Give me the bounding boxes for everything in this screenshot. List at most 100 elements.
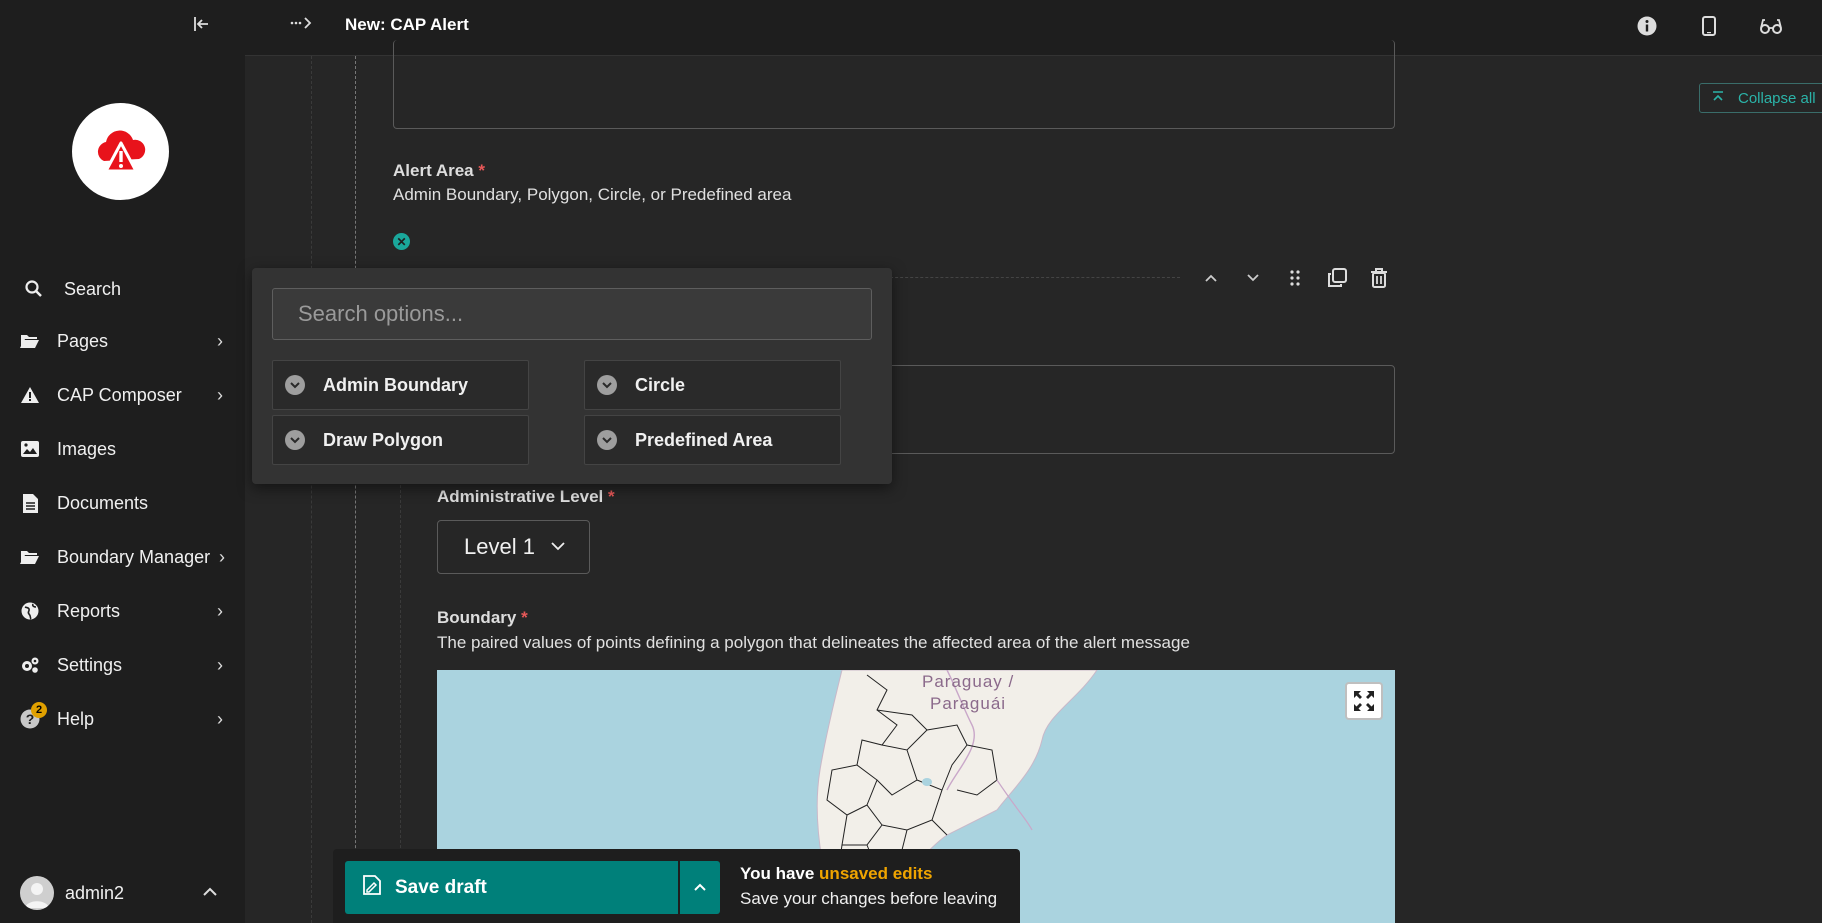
- globe-icon: [19, 600, 41, 622]
- option-label: Predefined Area: [635, 429, 773, 450]
- admin-level-select[interactable]: Level 1: [437, 520, 590, 574]
- sidebar-item-label: Help: [57, 708, 95, 729]
- breadcrumb-toggle-icon[interactable]: [289, 16, 313, 35]
- search-options-input[interactable]: [272, 288, 872, 340]
- option-predefined-area[interactable]: Predefined Area: [584, 415, 841, 465]
- option-label: Admin Boundary: [323, 374, 469, 395]
- admin-level-value: Level 1: [464, 534, 535, 559]
- boundary-label: Boundary *: [437, 608, 528, 628]
- collapse-sidebar-icon[interactable]: [192, 14, 214, 36]
- sidebar-item-reports[interactable]: Reports ›: [0, 584, 245, 638]
- block-divider: [880, 277, 1180, 278]
- sidebar-item-label: Images: [57, 438, 117, 459]
- sidebar-item-pages[interactable]: Pages ›: [0, 314, 245, 368]
- chevron-down-circle-icon: [285, 375, 305, 395]
- chevron-down-icon: [551, 538, 565, 556]
- sidebar-item-settings[interactable]: Settings ›: [0, 638, 245, 692]
- unsaved-message: You have unsaved edits: [740, 864, 932, 884]
- unsaved-highlight: unsaved edits: [819, 864, 933, 883]
- chevron-right-icon: ›: [217, 654, 223, 675]
- duplicate-icon[interactable]: [1325, 266, 1349, 290]
- option-label: Circle: [635, 374, 686, 395]
- admin-level-label: Administrative Level *: [437, 487, 615, 507]
- sidebar-item-label: CAP Composer: [57, 384, 182, 405]
- option-label: Draw Polygon: [323, 429, 444, 450]
- unsaved-prefix: You have: [740, 864, 820, 883]
- sidebar-item-label: Boundary Manager: [57, 546, 211, 567]
- sidebar-item-label: Search: [64, 278, 122, 299]
- user-menu[interactable]: admin2: [0, 863, 245, 923]
- option-draw-polygon[interactable]: Draw Polygon: [272, 415, 529, 465]
- alert-area-label-text: Alert Area: [393, 161, 474, 180]
- document-icon: [19, 492, 41, 514]
- drag-handle-icon[interactable]: [1283, 266, 1307, 290]
- cloud-alert-icon: [97, 130, 145, 172]
- chevron-down-circle-icon: [597, 375, 617, 395]
- option-circle[interactable]: Circle: [584, 360, 841, 410]
- chevron-right-icon: ›: [217, 600, 223, 621]
- more-actions-button[interactable]: [680, 861, 720, 914]
- cogs-icon: [19, 654, 41, 676]
- area-description-input[interactable]: [880, 365, 1395, 454]
- nesting-guide: [311, 56, 312, 923]
- chevron-up-icon: [694, 883, 706, 891]
- sidebar-item-images[interactable]: Images: [0, 422, 245, 476]
- alert-area-label: Alert Area *: [393, 161, 485, 181]
- save-draft-label: Save draft: [395, 876, 487, 898]
- search-icon: [23, 278, 45, 300]
- chevron-right-icon: ›: [217, 384, 223, 405]
- required-mark: *: [521, 608, 528, 627]
- sidebar-item-help[interactable]: ? 2 Help ›: [0, 692, 245, 746]
- sidebar-item-search[interactable]: Search: [0, 264, 245, 314]
- chevron-down-circle-icon: [597, 430, 617, 450]
- warning-icon: [19, 384, 41, 406]
- unsaved-subtext: Save your changes before leaving: [740, 889, 998, 908]
- info-icon[interactable]: [1635, 14, 1659, 38]
- move-up-icon[interactable]: [1199, 266, 1223, 290]
- mobile-preview-icon[interactable]: [1697, 14, 1721, 38]
- avatar: [20, 876, 54, 910]
- delete-icon[interactable]: [1367, 266, 1391, 290]
- folder-open-icon: [19, 330, 41, 352]
- nesting-guide: [400, 420, 401, 923]
- notification-badge: 2: [31, 702, 47, 718]
- chevron-up-icon: [203, 884, 217, 902]
- map-label: Paraguay /: [922, 672, 1015, 691]
- glasses-icon[interactable]: [1759, 14, 1783, 38]
- required-mark: *: [478, 161, 485, 180]
- save-bar: Save draft You have unsaved edits Save y…: [333, 849, 1020, 923]
- chevron-right-icon: ›: [219, 546, 225, 567]
- logo[interactable]: [72, 103, 169, 200]
- boundary-label-text: Boundary: [437, 608, 517, 627]
- required-mark: *: [608, 487, 615, 506]
- option-admin-boundary[interactable]: Admin Boundary: [272, 360, 529, 410]
- collapse-all-button[interactable]: Collapse all: [1699, 83, 1822, 113]
- save-draft-button[interactable]: Save draft: [345, 861, 678, 914]
- sidebar-item-documents[interactable]: Documents: [0, 476, 245, 530]
- user-name: admin2: [65, 882, 125, 903]
- alert-area-help: Admin Boundary, Polygon, Circle, or Pred…: [393, 185, 792, 204]
- fullscreen-icon[interactable]: [1345, 682, 1383, 720]
- clear-icon[interactable]: ✕: [393, 233, 410, 250]
- sidebar-item-boundary-manager[interactable]: Boundary Manager ›: [0, 530, 245, 584]
- sidebar-item-cap-composer[interactable]: CAP Composer ›: [0, 368, 245, 422]
- chevron-right-icon: ›: [217, 330, 223, 351]
- chevron-down-circle-icon: [285, 430, 305, 450]
- move-down-icon[interactable]: [1241, 266, 1265, 290]
- page-title: New: CAP Alert: [345, 15, 469, 34]
- image-icon: [19, 438, 41, 460]
- admin-level-label-text: Administrative Level: [437, 487, 604, 506]
- sidebar-nav: Search Pages › CAP Composer › Images Doc…: [0, 264, 245, 746]
- folder-open-icon: [19, 546, 41, 568]
- boundary-help: The paired values of points defining a p…: [437, 633, 1190, 652]
- area-type-popup: Admin Boundary Circle Draw Polygon Prede…: [252, 268, 892, 484]
- sidebar-item-label: Settings: [57, 654, 123, 675]
- map-label: Paraguái: [930, 694, 1007, 713]
- nesting-guide: [355, 56, 356, 923]
- description-textarea[interactable]: [393, 40, 1395, 129]
- sidebar-item-label: Reports: [57, 600, 121, 621]
- sidebar-item-label: Documents: [57, 492, 149, 513]
- chevron-right-icon: ›: [217, 708, 223, 729]
- sidebar-item-label: Pages: [57, 330, 109, 351]
- save-document-icon: [363, 874, 381, 901]
